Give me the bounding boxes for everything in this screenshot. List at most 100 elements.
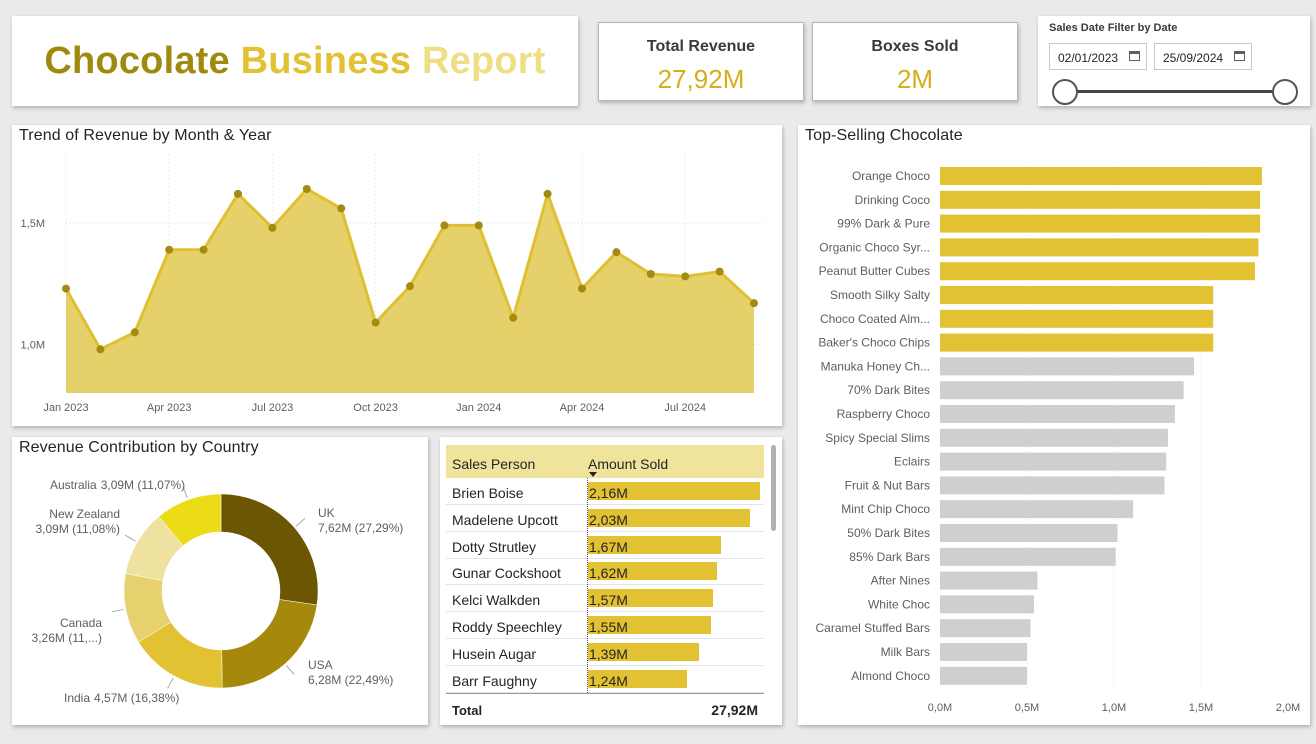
revenue-point <box>371 318 380 327</box>
chocolate-bar <box>940 262 1255 281</box>
table-row[interactable]: Barr Faughny 1,24M <box>446 666 764 693</box>
calendar-icon[interactable] <box>1234 51 1245 61</box>
donut-label-name: USA <box>308 658 333 672</box>
boxes-sold-card[interactable]: Boxes Sold 2M <box>812 22 1018 101</box>
x-tick-label: Apr 2024 <box>560 402 605 414</box>
revenue-point <box>646 270 655 278</box>
revenue-point <box>509 313 518 322</box>
x-tick-label: Jan 2024 <box>456 402 501 414</box>
sales-person-name: Brien Boise <box>452 485 524 501</box>
top-selling-chocolate-visual[interactable]: Top-Selling Chocolate 0,0M 0,5M 1,0M 1,5M 2,… <box>798 125 1310 725</box>
chocolate-category-label: Milk Bars <box>881 645 930 659</box>
donut-label-value: 7,62M (27,29%) <box>318 521 403 535</box>
chocolate-category-label: Orange Choco <box>852 169 930 183</box>
table-row[interactable]: Dotty Strutley 1,67M <box>446 532 764 559</box>
table-row[interactable]: Husein Augar 1,39M <box>446 639 764 666</box>
sales-person-name: Kelci Walkden <box>452 592 541 609</box>
x-tick-label: 0,5M <box>1015 702 1039 714</box>
table-row[interactable]: Roddy Speechley 1,55M <box>446 612 764 639</box>
sales-person-name: Madelene Upcott <box>452 511 558 528</box>
revenue-point <box>681 272 690 281</box>
date-filter-label: Sales Date Filter by Date <box>1049 22 1178 34</box>
chocolate-category-label: Spicy Special Slims <box>825 431 930 445</box>
chocolate-category-label: 85% Dark Bars <box>849 550 930 564</box>
report-title: Chocolate Business Report <box>44 40 545 83</box>
sales-person-name: Roddy Speechley <box>452 619 562 635</box>
revenue-point <box>234 189 242 198</box>
chocolate-category-label: Drinking Coco <box>855 193 931 207</box>
amount-sold-value: 1,55M <box>589 619 628 635</box>
date-filter-slicer[interactable]: Sales Date Filter by Date 02/01/2023 25/… <box>1038 16 1310 106</box>
revenue-trend-visual[interactable]: Trend of Revenue by Month & Year 1,0M 1,5… <box>12 125 782 426</box>
end-date-input[interactable]: 25/09/2024 <box>1154 43 1252 70</box>
chocolate-bar <box>940 167 1262 185</box>
amount-sold-value: 2,03M <box>589 511 628 528</box>
donut-leader-line <box>111 608 124 613</box>
table-header: Sales Person Amount Sold <box>446 445 764 478</box>
chocolate-category-label: Organic Choco Syr... <box>819 240 930 254</box>
total-revenue-value: 27,92M <box>657 64 745 94</box>
sales-person-name: Husein Augar <box>452 645 537 662</box>
table-row[interactable]: Kelci Walkden 1,57M <box>446 585 764 613</box>
column-divider <box>587 478 588 693</box>
revenue-point <box>268 223 277 232</box>
chocolate-category-label: 70% Dark Bites <box>847 383 930 397</box>
chocolate-category-label: Mint Chip Choco <box>841 502 930 516</box>
donut-slice-uk <box>220 493 319 606</box>
total-label: Total <box>452 703 483 718</box>
slider-end-handle[interactable] <box>1272 79 1298 105</box>
chocolate-bar <box>940 476 1165 495</box>
x-tick-label: Apr 2023 <box>147 402 192 414</box>
chocolate-bar <box>940 524 1118 542</box>
revenue-point <box>715 267 724 276</box>
sales-person-table[interactable]: Sales Person Amount Sold Brien Boise 2,16… <box>440 437 782 725</box>
donut-label-name: India <box>64 691 90 705</box>
x-tick-label: 1,0M <box>1102 702 1126 714</box>
revenue-point <box>578 284 586 293</box>
chocolate-bar <box>940 333 1214 352</box>
donut-label-name: Australia <box>50 478 97 492</box>
donut-leader-line <box>285 665 295 675</box>
date-slider-track[interactable] <box>1065 90 1285 93</box>
amount-sold-value: 1,57M <box>589 592 628 609</box>
chocolate-category-label: Caramel Stuffed Bars <box>816 621 931 635</box>
revenue-point <box>96 345 105 354</box>
sales-person-name: Gunar Cockshoot <box>452 565 561 582</box>
revenue-point <box>302 185 311 193</box>
total-revenue-label: Total Revenue <box>646 38 756 55</box>
revenue-point <box>543 189 552 198</box>
table-row[interactable]: Madelene Upcott 2,03M <box>446 505 764 532</box>
title-word-1: Chocolate <box>44 39 230 82</box>
total-revenue-card[interactable]: Total Revenue 27,92M <box>598 22 804 101</box>
column-header-amount-sold[interactable]: Amount Sold <box>588 456 668 472</box>
chocolate-category-label: Baker's Choco Chips <box>818 336 930 350</box>
revenue-point <box>612 248 621 257</box>
donut-label-name: Canada <box>60 616 102 630</box>
amount-sold-value: 1,67M <box>589 538 628 555</box>
x-tick-label: Jul 2024 <box>664 402 706 414</box>
donut-label-name: UK <box>318 506 335 520</box>
revenue-point <box>406 282 414 291</box>
chocolate-bar <box>940 619 1031 638</box>
chocolate-category-label: Choco Coated Alm... <box>820 312 930 326</box>
calendar-icon[interactable] <box>1129 51 1140 61</box>
column-header-sales-person[interactable]: Sales Person <box>452 456 535 472</box>
chocolate-category-label: Fruit & Nut Bars <box>845 478 930 492</box>
chocolate-bar <box>940 190 1261 209</box>
slider-start-handle[interactable] <box>1052 79 1078 105</box>
start-date-input[interactable]: 02/01/2023 <box>1049 43 1147 70</box>
chocolate-category-label: Peanut Butter Cubes <box>819 264 930 278</box>
table-scrollbar[interactable] <box>771 445 776 531</box>
table-row[interactable]: Gunar Cockshoot 1,62M <box>446 558 764 586</box>
table-row[interactable]: Brien Boise 2,16M <box>446 478 764 505</box>
donut-leader-line <box>167 677 174 689</box>
revenue-point <box>440 221 449 230</box>
chocolate-category-label: Raspberry Choco <box>837 407 931 421</box>
sort-descending-icon[interactable] <box>589 472 597 477</box>
chocolate-bar <box>940 595 1034 614</box>
chocolate-bar <box>940 666 1027 685</box>
country-contribution-visual[interactable]: Revenue Contribution by Country UK 7,62M … <box>12 437 428 725</box>
x-tick-label: 0,0M <box>928 702 952 714</box>
chocolate-category-label: 99% Dark & Pure <box>837 217 930 231</box>
x-tick-label: 1,5M <box>1189 702 1213 714</box>
